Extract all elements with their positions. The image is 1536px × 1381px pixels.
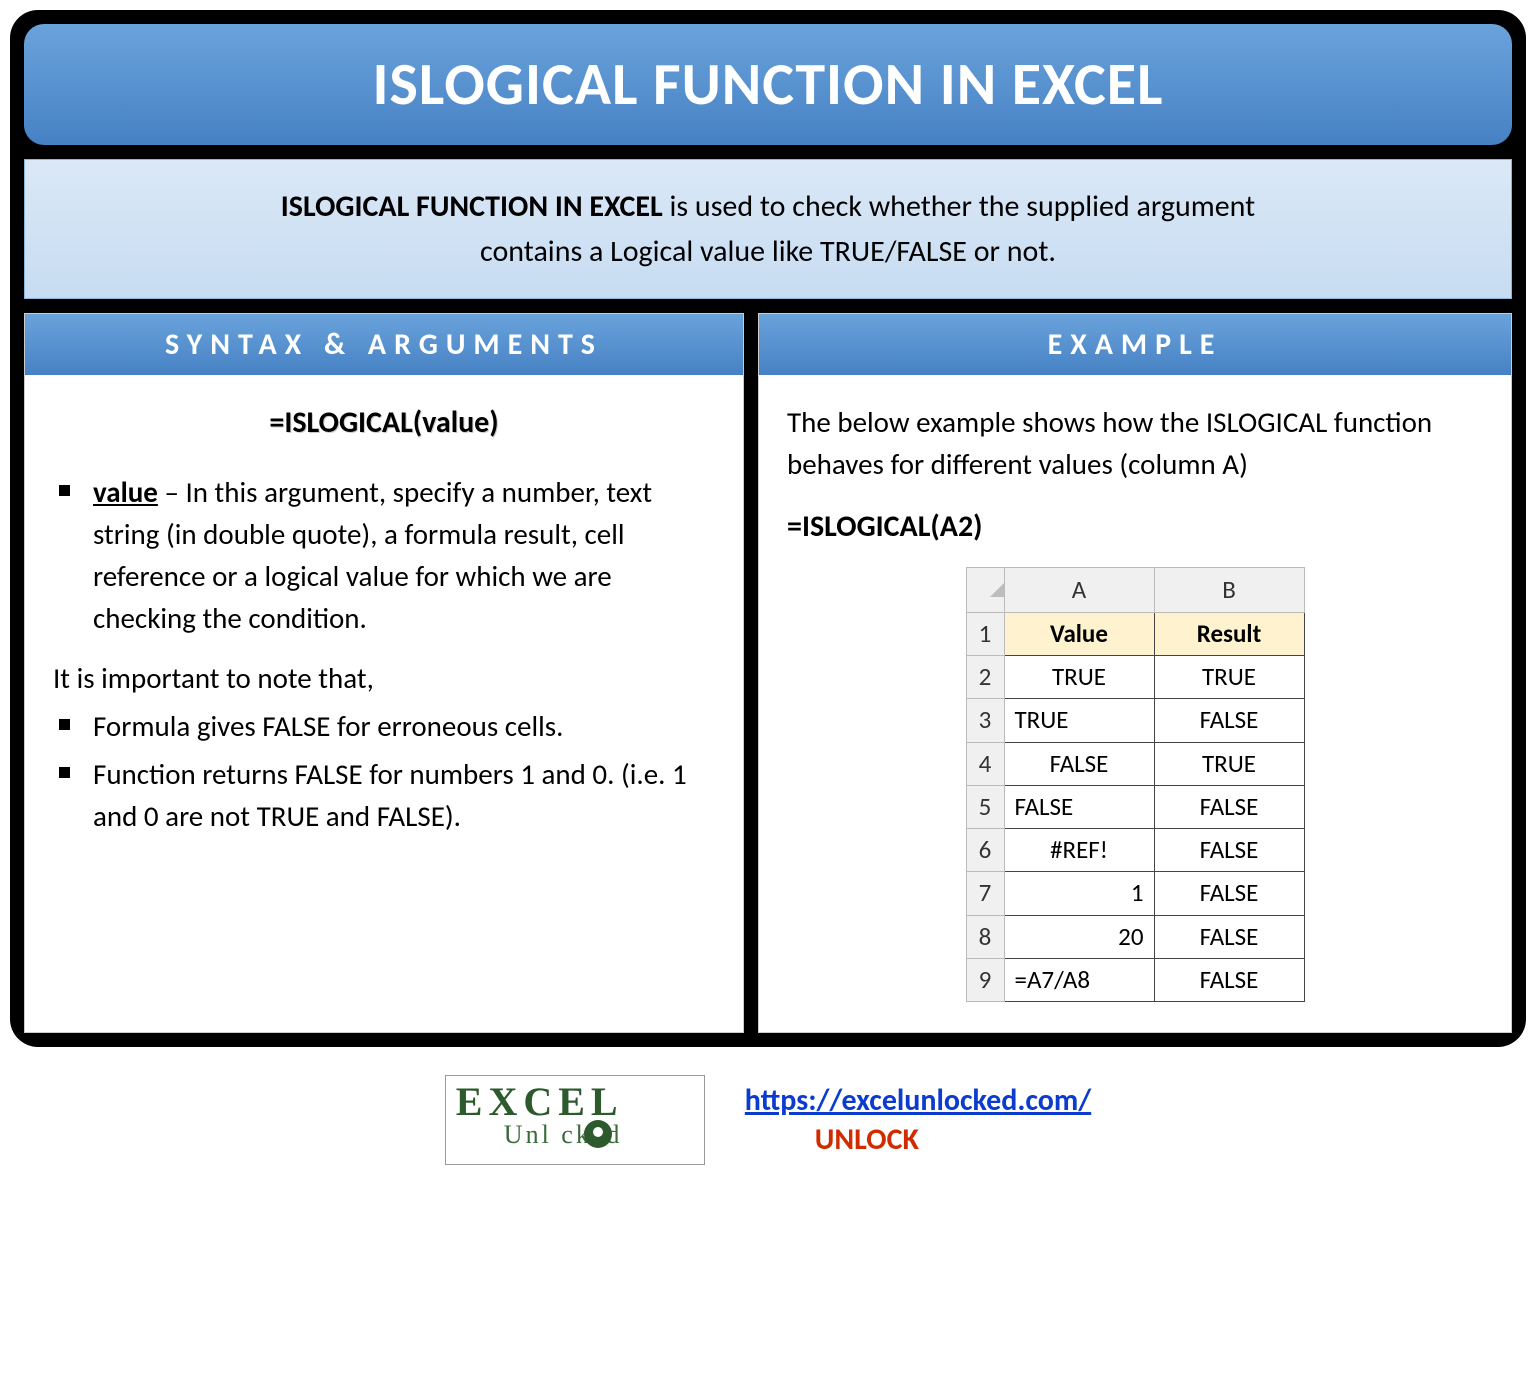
keyhole-icon xyxy=(584,1120,612,1148)
cell-value: 20 xyxy=(1004,915,1154,958)
excel-table-wrap: A B 1 Value Result 2 TRUE TRUE xyxy=(787,567,1483,1003)
row-header: 5 xyxy=(966,785,1004,828)
infographic-card: ISLOGICAL FUNCTION IN EXCEL ISLOGICAL FU… xyxy=(10,10,1526,1047)
cell-value: FALSE xyxy=(1004,785,1154,828)
corner-triangle-icon xyxy=(990,583,1004,597)
cell-result: FALSE xyxy=(1154,829,1304,872)
argument-item: value – In this argument, specify a numb… xyxy=(53,471,715,639)
note-item: Formula gives FALSE for erroneous cells. xyxy=(53,705,715,747)
cell-value: 1 xyxy=(1004,872,1154,915)
cell-header-value: Value xyxy=(1004,612,1154,655)
description-bar: ISLOGICAL FUNCTION IN EXCEL is used to c… xyxy=(24,159,1512,299)
argument-list: value – In this argument, specify a numb… xyxy=(53,471,715,639)
argument-description: – In this argument, specify a number, te… xyxy=(93,474,652,636)
footer-url[interactable]: https://excelunlocked.com/ xyxy=(745,1082,1091,1119)
table-row: 2 TRUE TRUE xyxy=(966,656,1304,699)
cell-value: #REF! xyxy=(1004,829,1154,872)
example-panel: EXAMPLE The below example shows how the … xyxy=(758,313,1512,1033)
columns-row: SYNTAX & ARGUMENTS =ISLOGICAL(value) val… xyxy=(24,313,1512,1033)
cell-header-result: Result xyxy=(1154,612,1304,655)
cell-result: TRUE xyxy=(1154,742,1304,785)
table-row: 7 1 FALSE xyxy=(966,872,1304,915)
cell-value: TRUE xyxy=(1004,656,1154,699)
table-row: 8 20 FALSE xyxy=(966,915,1304,958)
page-title: ISLOGICAL FUNCTION IN EXCEL xyxy=(24,24,1512,145)
table-row: 9 =A7/A8 FALSE xyxy=(966,958,1304,1001)
col-header-A: A xyxy=(1004,567,1154,612)
table-row: 3 TRUE FALSE xyxy=(966,699,1304,742)
description-text-1: is used to check whether the supplied ar… xyxy=(663,188,1255,225)
table-row: 1 Value Result xyxy=(966,612,1304,655)
row-header: 7 xyxy=(966,872,1004,915)
row-header: 3 xyxy=(966,699,1004,742)
cell-result: TRUE xyxy=(1154,656,1304,699)
cell-result: FALSE xyxy=(1154,915,1304,958)
logo: EXCEL Unl cked xyxy=(445,1075,705,1165)
example-intro: The below example shows how the ISLOGICA… xyxy=(787,401,1483,485)
table-row: 6 #REF! FALSE xyxy=(966,829,1304,872)
excel-col-header-row: A B xyxy=(966,567,1304,612)
syntax-formula: =ISLOGICAL(value) xyxy=(53,401,715,445)
row-header: 4 xyxy=(966,742,1004,785)
description-text-2: contains a Logical value like TRUE/FALSE… xyxy=(480,233,1056,270)
notes-intro: It is important to note that, xyxy=(53,657,715,699)
syntax-panel: SYNTAX & ARGUMENTS =ISLOGICAL(value) val… xyxy=(24,313,744,1033)
note-item: Function returns FALSE for numbers 1 and… xyxy=(53,753,715,837)
logo-top-text: EXCEL xyxy=(456,1082,694,1122)
row-header: 6 xyxy=(966,829,1004,872)
footer: EXCEL Unl cked https://excelunlocked.com… xyxy=(10,1069,1526,1183)
cell-result: FALSE xyxy=(1154,785,1304,828)
excel-table: A B 1 Value Result 2 TRUE TRUE xyxy=(966,567,1305,1003)
cell-result: FALSE xyxy=(1154,958,1304,1001)
example-body: The below example shows how the ISLOGICA… xyxy=(759,375,1511,1032)
cell-value: =A7/A8 xyxy=(1004,958,1154,1001)
notes-list: Formula gives FALSE for erroneous cells.… xyxy=(53,705,715,837)
cell-result: FALSE xyxy=(1154,699,1304,742)
select-all-corner xyxy=(966,567,1004,612)
table-row: 4 FALSE TRUE xyxy=(966,742,1304,785)
example-formula: =ISLOGICAL(A2) xyxy=(787,505,1483,549)
footer-unlock-text: UNLOCK xyxy=(815,1121,919,1158)
cell-result: FALSE xyxy=(1154,872,1304,915)
cell-value: TRUE xyxy=(1004,699,1154,742)
table-row: 5 FALSE FALSE xyxy=(966,785,1304,828)
syntax-body: =ISLOGICAL(value) value – In this argume… xyxy=(25,375,743,873)
col-header-B: B xyxy=(1154,567,1304,612)
row-header: 1 xyxy=(966,612,1004,655)
example-heading: EXAMPLE xyxy=(759,314,1511,375)
row-header: 9 xyxy=(966,958,1004,1001)
row-header: 2 xyxy=(966,656,1004,699)
cell-value: FALSE xyxy=(1004,742,1154,785)
argument-name: value xyxy=(93,474,158,510)
footer-links: https://excelunlocked.com/ UNLOCK xyxy=(745,1081,1091,1159)
description-bold: ISLOGICAL FUNCTION IN EXCEL xyxy=(281,188,663,225)
row-header: 8 xyxy=(966,915,1004,958)
syntax-heading: SYNTAX & ARGUMENTS xyxy=(25,314,743,375)
